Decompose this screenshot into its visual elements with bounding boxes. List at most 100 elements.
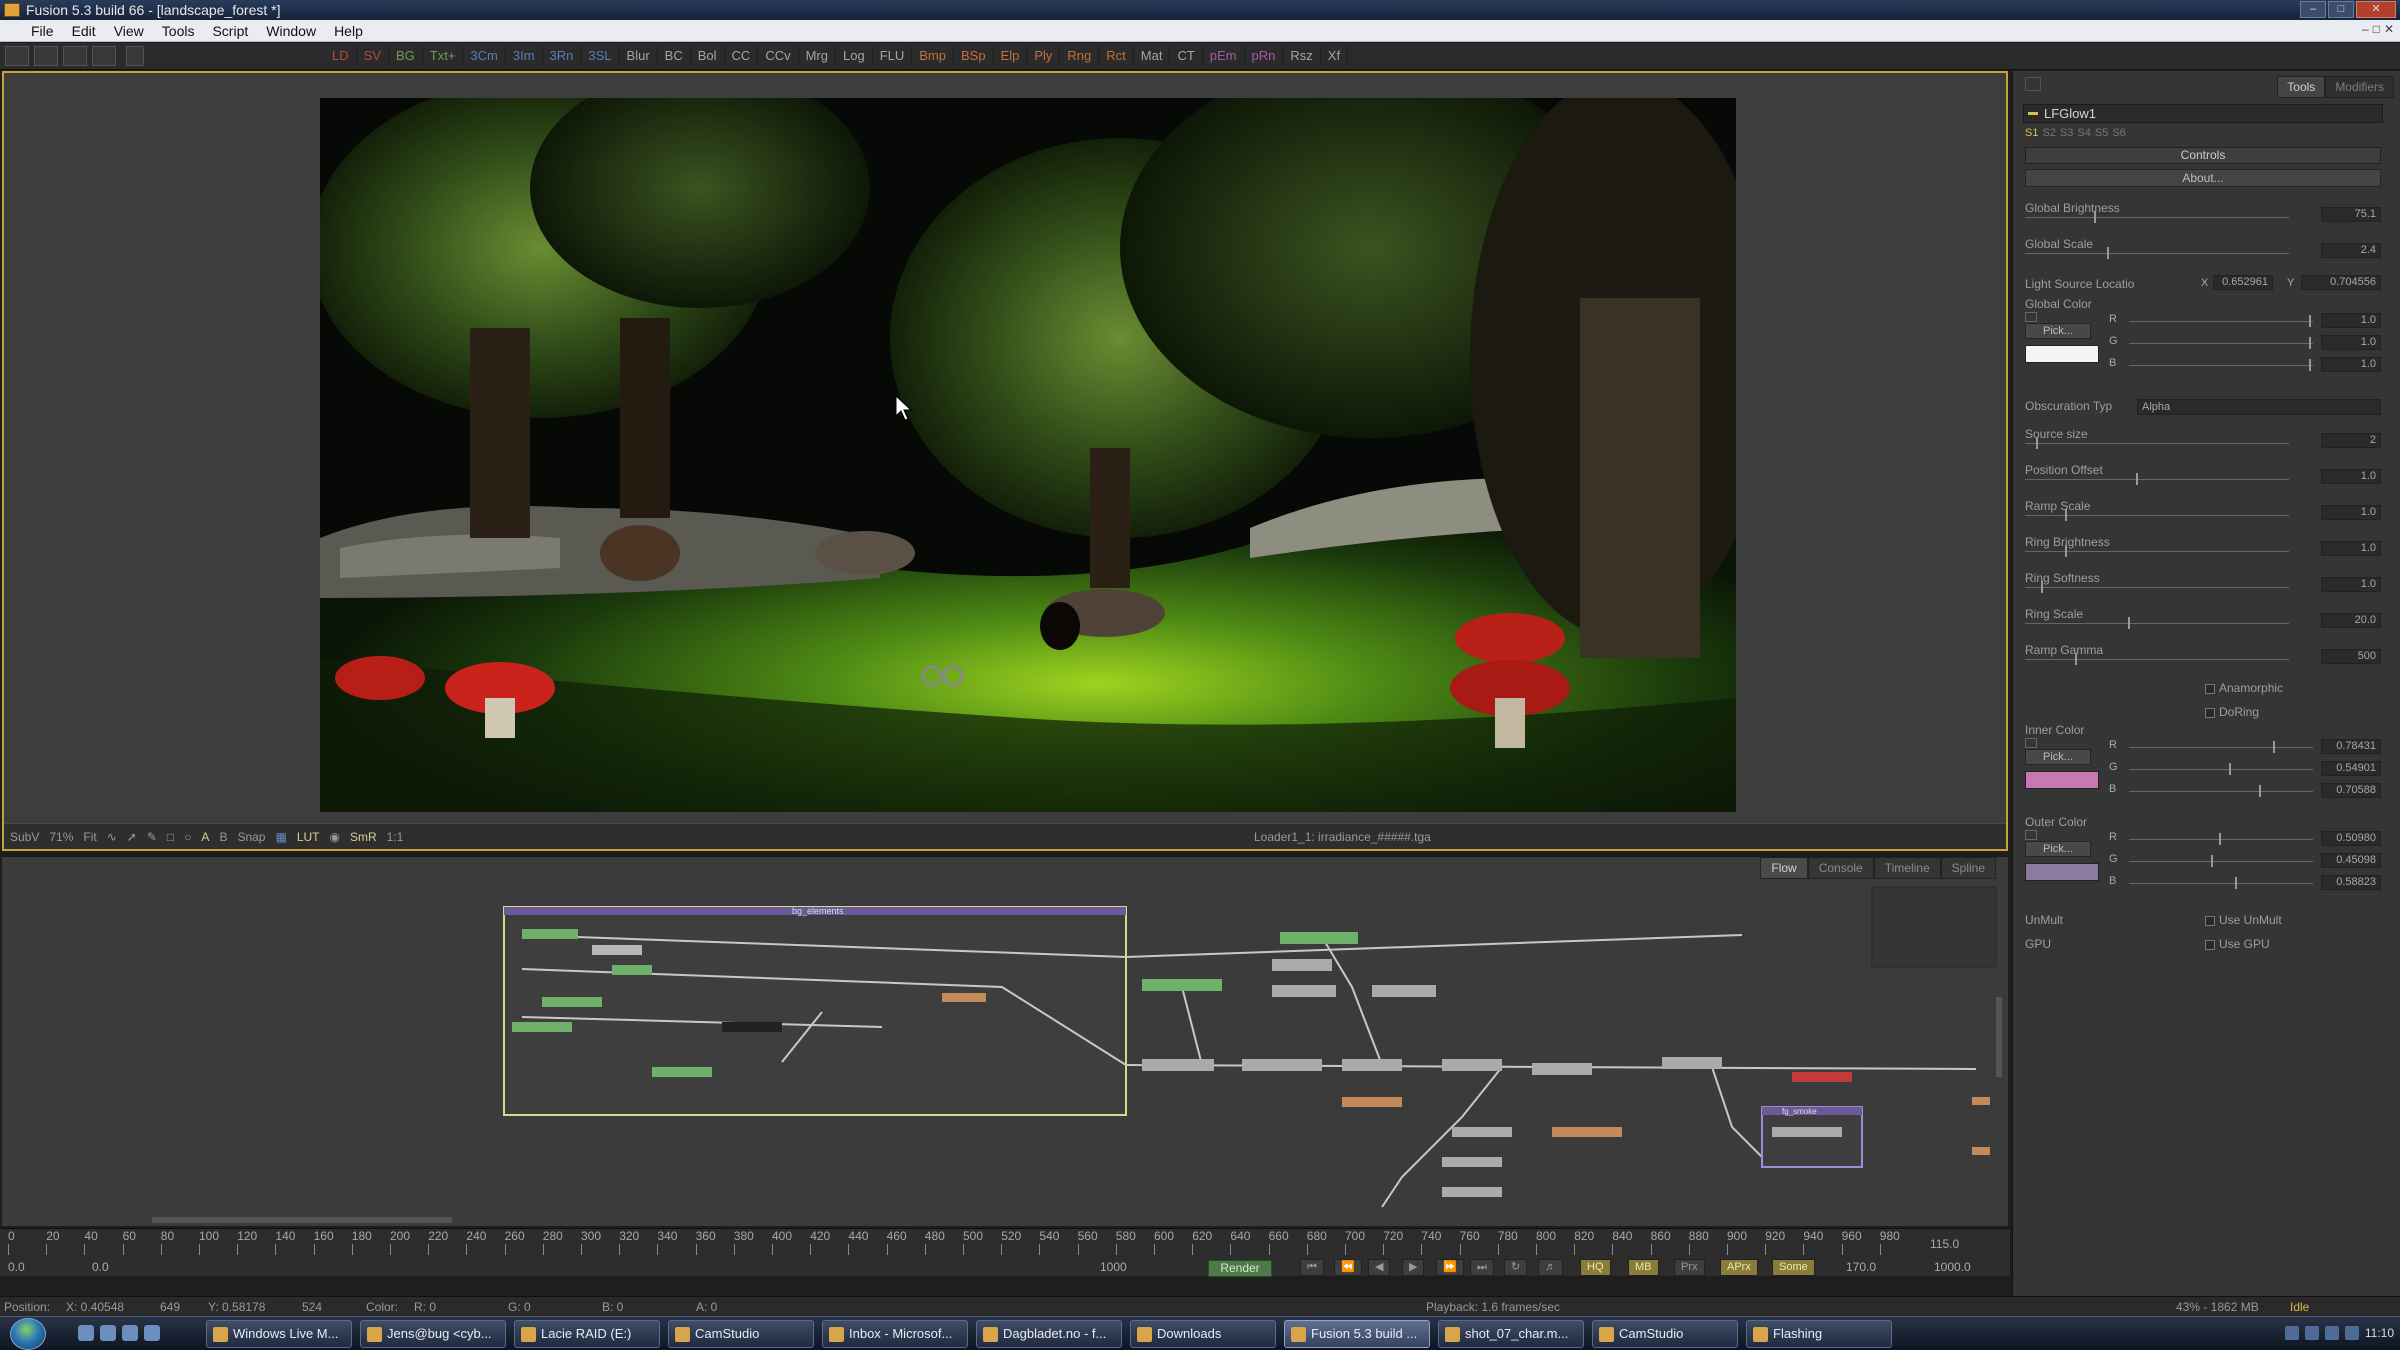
taskbar-item[interactable]: Fusion 5.3 build ... bbox=[1284, 1320, 1430, 1348]
aprx-toggle[interactable]: APrx bbox=[1720, 1259, 1758, 1276]
pointer-tool-icon[interactable]: ➚ bbox=[127, 830, 137, 844]
tool-button-xf[interactable]: Xf bbox=[1321, 46, 1349, 65]
inner-color-g-value[interactable]: 0.54901 bbox=[2321, 761, 2381, 776]
global-color-r[interactable]: R 1.0 bbox=[2109, 311, 2381, 333]
current-frame-field[interactable]: 115.0 bbox=[1930, 1237, 1959, 1251]
explorer-icon[interactable] bbox=[144, 1325, 160, 1341]
tab-spline[interactable]: Spline bbox=[1940, 857, 1996, 879]
tool-button-mat[interactable]: Mat bbox=[1134, 46, 1171, 65]
ramp-gamma-control[interactable]: Ramp Gamma 500 bbox=[2025, 643, 2381, 669]
step-forward-icon[interactable]: ⏩ bbox=[1436, 1259, 1464, 1276]
grid-icon[interactable] bbox=[126, 46, 144, 66]
slot-4[interactable]: S4 bbox=[2077, 127, 2090, 139]
ring-scale-value[interactable]: 20.0 bbox=[2321, 613, 2381, 628]
global-brightness-handle[interactable] bbox=[2094, 211, 2096, 223]
render-end-frame-field[interactable]: 170.0 bbox=[1846, 1260, 1876, 1274]
slot-2[interactable]: S2 bbox=[2042, 127, 2055, 139]
ring-softness-handle[interactable] bbox=[2041, 581, 2043, 593]
menu-script[interactable]: Script bbox=[203, 23, 257, 39]
inner-color-g[interactable]: G 0.54901 bbox=[2109, 759, 2381, 781]
ramp-scale-value[interactable]: 1.0 bbox=[2321, 505, 2381, 520]
tool-button-3cm[interactable]: 3Cm bbox=[463, 46, 506, 65]
tool-header-lfglow1[interactable]: LFGlow1 bbox=[2023, 104, 2383, 123]
doring-checkbox[interactable]: DoRing bbox=[2205, 705, 2259, 719]
taskbar-item[interactable]: Windows Live M... bbox=[206, 1320, 352, 1348]
light-source-y-field[interactable]: 0.704556 bbox=[2301, 275, 2381, 290]
tab-console[interactable]: Console bbox=[1807, 857, 1874, 879]
viewer-pane[interactable]: SubV 71% Fit ∿ ➚ ✎ □ ○ A B Snap ▦ LUT ◉ … bbox=[2, 71, 2008, 851]
outer-color-pick-button[interactable]: Pick... bbox=[2025, 841, 2091, 857]
go-end-icon[interactable]: ⏭ bbox=[1470, 1259, 1494, 1276]
outer-color-r-value[interactable]: 0.50980 bbox=[2321, 831, 2381, 846]
ellipse-tool-icon[interactable]: ○ bbox=[184, 830, 191, 844]
outer-color-b-value[interactable]: 0.58823 bbox=[2321, 875, 2381, 890]
channel-track[interactable] bbox=[2129, 883, 2313, 884]
channel-handle[interactable] bbox=[2235, 877, 2237, 889]
tool-button-ct[interactable]: CT bbox=[1170, 46, 1203, 65]
tool-button-rsz[interactable]: Rsz bbox=[1283, 46, 1321, 65]
anamorphic-checkbox[interactable]: Anamorphic bbox=[2205, 681, 2283, 695]
global-color-g[interactable]: G 1.0 bbox=[2109, 333, 2381, 355]
global-scale-slider[interactable] bbox=[2025, 253, 2289, 254]
channel-track[interactable] bbox=[2129, 769, 2313, 770]
tray-volume-icon[interactable] bbox=[2304, 1326, 2319, 1340]
hq-toggle[interactable]: HQ bbox=[1580, 1259, 1611, 1276]
tool-button-rct[interactable]: Rct bbox=[1099, 46, 1134, 65]
outer-color-g-value[interactable]: 0.45098 bbox=[2321, 853, 2381, 868]
ramp-gamma-handle[interactable] bbox=[2075, 653, 2077, 665]
global-end-field[interactable]: 1000.0 bbox=[1934, 1260, 1971, 1274]
outer-color-expand-icon[interactable] bbox=[2025, 830, 2037, 840]
inner-color-pick-button[interactable]: Pick... bbox=[2025, 749, 2091, 765]
channel-track[interactable] bbox=[2129, 365, 2313, 366]
tool-button-pem[interactable]: pEm bbox=[1203, 46, 1245, 65]
taskbar-item[interactable]: Downloads bbox=[1130, 1320, 1276, 1348]
render-button[interactable]: Render bbox=[1208, 1260, 1272, 1277]
outer-color-swatch[interactable] bbox=[2025, 863, 2099, 881]
tab-tools[interactable]: Tools bbox=[2277, 76, 2326, 98]
inner-color-b[interactable]: B 0.70588 bbox=[2109, 781, 2381, 803]
tool-button-elp[interactable]: Elp bbox=[994, 46, 1028, 65]
smr-button[interactable]: SmR bbox=[350, 830, 377, 844]
channel-track[interactable] bbox=[2129, 791, 2313, 792]
ring-scale-handle[interactable] bbox=[2128, 617, 2130, 629]
some-toggle[interactable]: Some bbox=[1772, 1259, 1815, 1276]
tab-modifiers[interactable]: Modifiers bbox=[2325, 76, 2394, 98]
tool-button-cc[interactable]: CC bbox=[725, 46, 759, 65]
controls-tab[interactable]: Controls bbox=[2025, 147, 2381, 164]
go-start-icon[interactable]: ⏮ bbox=[1300, 1259, 1324, 1276]
source-size-value[interactable]: 2 bbox=[2321, 433, 2381, 448]
obscuration-type-dropdown[interactable]: Alpha bbox=[2137, 399, 2381, 415]
ramp-gamma-value[interactable]: 500 bbox=[2321, 649, 2381, 664]
tool-button-bol[interactable]: Bol bbox=[691, 46, 725, 65]
tool-button-ld[interactable]: LD bbox=[325, 46, 357, 65]
time-ruler[interactable]: 0 20 40 60 80 100 120 140 160 180 200 220 240 260 280 3… bbox=[0, 1228, 2010, 1277]
use-unmult-checkbox[interactable]: Use UnMult bbox=[2205, 913, 2282, 927]
tool-button-bc[interactable]: BC bbox=[658, 46, 691, 65]
rectangle-tool-icon[interactable]: □ bbox=[167, 830, 174, 844]
global-color-b[interactable]: B 1.0 bbox=[2109, 355, 2381, 377]
outer-color-g[interactable]: G 0.45098 bbox=[2109, 851, 2381, 873]
about-button[interactable]: About... bbox=[2025, 169, 2381, 187]
lock-icon[interactable]: ◉ bbox=[330, 830, 340, 844]
lut-button[interactable]: LUT bbox=[297, 830, 320, 844]
b-buffer-button[interactable]: B bbox=[219, 830, 227, 844]
play-reverse-icon[interactable]: ◀ bbox=[1368, 1259, 1391, 1276]
channel-handle[interactable] bbox=[2273, 741, 2275, 753]
flow-editor[interactable]: Flow Console Timeline Spline bg_elements bbox=[2, 856, 2008, 1226]
tool-button-sv[interactable]: SV bbox=[357, 46, 389, 65]
slot-6[interactable]: S6 bbox=[2112, 127, 2125, 139]
taskbar-item[interactable]: shot_07_char.m... bbox=[1438, 1320, 1584, 1348]
step-back-icon[interactable]: ⏪ bbox=[1334, 1259, 1362, 1276]
render-start-field[interactable]: 0.0 bbox=[92, 1260, 109, 1274]
ramp-gamma-slider[interactable] bbox=[2025, 659, 2289, 660]
slot-3[interactable]: S3 bbox=[2060, 127, 2073, 139]
menu-tools[interactable]: Tools bbox=[153, 23, 204, 39]
channel-handle[interactable] bbox=[2211, 855, 2213, 867]
tool-button-txt[interactable]: Txt+ bbox=[423, 46, 464, 65]
channels-icon[interactable]: ▦ bbox=[275, 830, 286, 844]
panel-menu-icon[interactable] bbox=[2025, 77, 2041, 91]
paint-tool-icon[interactable]: ✎ bbox=[147, 830, 157, 844]
spline-icon[interactable]: ∿ bbox=[107, 830, 117, 844]
clock[interactable]: 11:10 bbox=[2365, 1326, 2394, 1340]
taskbar-item[interactable]: CamStudio bbox=[668, 1320, 814, 1348]
